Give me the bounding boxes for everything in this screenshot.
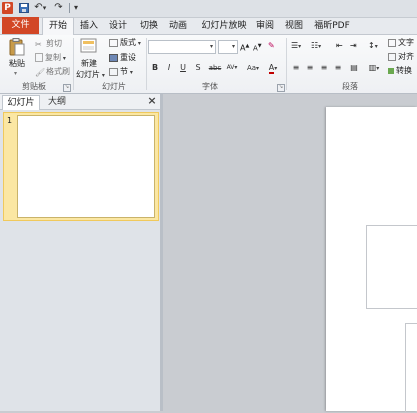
- text-direction-button[interactable]: 文字: [388, 37, 414, 49]
- tab-home[interactable]: 开始: [42, 17, 74, 35]
- customize-qat-icon[interactable]: ▾: [72, 1, 80, 15]
- decrease-indent-button[interactable]: ⇤: [336, 40, 343, 52]
- tab-design[interactable]: 设计: [105, 18, 131, 34]
- group-separator: [73, 38, 74, 90]
- paste-icon[interactable]: [9, 38, 25, 56]
- change-case-button[interactable]: Aa▾: [243, 62, 263, 74]
- font-name-combobox[interactable]: ▾: [148, 40, 216, 54]
- reset-button[interactable]: 重设: [109, 52, 136, 64]
- smartart-icon: [388, 67, 394, 74]
- tab-slides[interactable]: 幻灯片: [2, 95, 40, 110]
- font-size-combobox[interactable]: ▾: [218, 40, 238, 54]
- section-label: 节: [120, 67, 128, 76]
- cut-button[interactable]: ✂ 剪切: [35, 38, 62, 50]
- copy-icon: [35, 53, 43, 62]
- align-text-label: 对齐: [398, 52, 414, 61]
- slide-thumbnail[interactable]: [17, 115, 155, 218]
- powerpoint-logo-icon[interactable]: P: [2, 2, 13, 14]
- new-slide-button[interactable]: 幻灯片 ▾: [76, 69, 105, 81]
- increase-indent-button[interactable]: ⇥: [350, 40, 357, 52]
- redo-icon[interactable]: ↷: [52, 1, 65, 15]
- font-size-dropdown-icon[interactable]: ▾: [232, 43, 235, 50]
- new-slide-dropdown-icon: ▾: [100, 72, 105, 79]
- tab-transitions[interactable]: 切换: [136, 18, 162, 34]
- slide-number: 1: [7, 116, 13, 125]
- layout-dropdown-icon: ▾: [136, 40, 141, 47]
- shrink-font-button[interactable]: A▼: [253, 40, 262, 52]
- section-dropdown-icon: ▾: [128, 69, 133, 76]
- tab-review[interactable]: 审阅: [253, 18, 277, 34]
- tab-slideshow[interactable]: 幻灯片放映: [196, 18, 252, 34]
- scissors-icon: ✂: [35, 40, 42, 49]
- text-direction-icon: [388, 38, 396, 47]
- align-center-button[interactable]: ≡: [305, 62, 315, 74]
- clipboard-launcher-icon[interactable]: ↘: [63, 84, 71, 92]
- change-case-dropdown-icon: ▾: [256, 65, 260, 72]
- tab-animations[interactable]: 动画: [165, 18, 191, 34]
- layout-icon: [109, 38, 118, 47]
- paste-dropdown-icon[interactable]: ▾: [14, 68, 17, 80]
- layout-label: 版式: [120, 38, 136, 47]
- cut-label: 剪切: [46, 39, 62, 48]
- smartart-label: 转换: [396, 66, 412, 75]
- format-painter-label: 格式刷: [46, 67, 70, 76]
- strikethrough-button[interactable]: abc: [207, 62, 223, 74]
- format-painter-icon: 🖌: [35, 68, 46, 77]
- grow-font-button[interactable]: A▲: [240, 40, 249, 53]
- font-color-button[interactable]: A▾: [265, 62, 281, 74]
- font-group-label: 字体: [202, 82, 218, 91]
- bullets-button[interactable]: ☰▾: [291, 40, 301, 52]
- text-direction-label: 文字: [398, 38, 414, 47]
- line-spacing-button[interactable]: ↕▾: [368, 40, 378, 52]
- align-left-button[interactable]: ≡: [291, 62, 301, 74]
- tab-view[interactable]: 视图: [282, 18, 306, 34]
- tab-foxit-pdf[interactable]: 福昕PDF: [311, 18, 353, 34]
- group-separator: [146, 38, 147, 90]
- save-icon[interactable]: [17, 1, 30, 15]
- align-text-icon: [388, 52, 396, 61]
- copy-button[interactable]: 复制 ▾: [35, 52, 66, 64]
- format-painter-button[interactable]: 🖌格式刷: [35, 66, 70, 78]
- clear-formatting-icon[interactable]: ✎: [268, 40, 275, 52]
- bold-button[interactable]: B: [150, 62, 160, 74]
- copy-label: 复制: [45, 53, 61, 62]
- qat-separator: [69, 3, 70, 13]
- tab-outline[interactable]: 大纲: [42, 95, 72, 109]
- distributed-button[interactable]: ▤: [349, 62, 359, 74]
- justify-button[interactable]: ≡: [333, 62, 343, 74]
- reset-label: 重设: [120, 53, 136, 62]
- columns-button[interactable]: ▥▾: [367, 62, 381, 74]
- close-icon[interactable]: ×: [147, 95, 157, 107]
- font-color-dropdown-icon: ▾: [274, 65, 278, 72]
- align-right-button[interactable]: ≡: [319, 62, 329, 74]
- underline-button[interactable]: U: [178, 62, 188, 74]
- change-case-label: Aa: [246, 64, 257, 72]
- tab-file[interactable]: 文件: [2, 17, 39, 34]
- new-slide-label-2: 幻灯片: [76, 70, 100, 79]
- paragraph-group-label: 段落: [342, 82, 358, 91]
- section-button[interactable]: 节 ▾: [109, 66, 133, 78]
- italic-button[interactable]: I: [164, 62, 174, 74]
- font-launcher-icon[interactable]: ↘: [277, 84, 285, 92]
- reset-icon: [109, 53, 118, 62]
- align-text-button[interactable]: 对齐: [388, 51, 414, 63]
- convert-smartart-button[interactable]: 转换: [388, 65, 412, 77]
- subtitle-placeholder[interactable]: [405, 323, 417, 413]
- slides-group-label: 幻灯片: [102, 82, 126, 91]
- undo-dropdown-icon[interactable]: ▾: [41, 1, 48, 15]
- clipboard-group-label: 剪贴板: [22, 82, 46, 91]
- section-icon: [109, 67, 118, 76]
- layout-button[interactable]: 版式 ▾: [109, 37, 141, 49]
- numbering-button[interactable]: ☷▾: [311, 40, 321, 52]
- copy-dropdown-icon[interactable]: ▾: [61, 55, 66, 62]
- character-spacing-button[interactable]: AV▾: [224, 62, 240, 74]
- tab-insert[interactable]: 插入: [76, 18, 102, 34]
- font-name-dropdown-icon[interactable]: ▾: [210, 43, 213, 50]
- shadow-button[interactable]: S: [193, 62, 203, 74]
- title-placeholder[interactable]: [366, 225, 417, 309]
- new-slide-icon[interactable]: [80, 38, 98, 56]
- character-spacing-dropdown-icon: ▾: [234, 64, 238, 71]
- group-separator: [286, 38, 287, 90]
